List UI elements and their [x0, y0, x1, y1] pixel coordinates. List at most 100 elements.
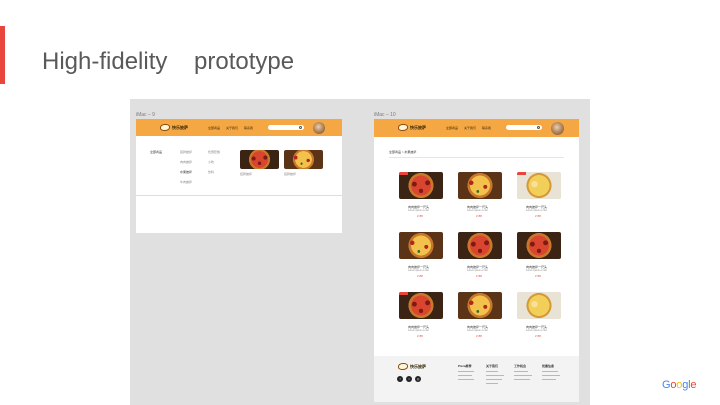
footer-link[interactable] — [486, 383, 498, 384]
google-logo: Google — [662, 379, 696, 391]
product-image[interactable] — [240, 150, 279, 169]
product-sub: Lorem ipsum et nisi — [526, 269, 547, 272]
product-price: ¥ 88 — [476, 334, 482, 338]
menu-item[interactable]: 招牌披萨 — [180, 150, 192, 154]
menu-item[interactable]: 小吃 — [208, 160, 214, 164]
product-card[interactable]: 肉肉披萨一尺头 Lorem ipsum et nisi ¥ 88 — [399, 232, 443, 280]
footer-link[interactable] — [514, 371, 528, 372]
footer-link[interactable] — [542, 379, 556, 380]
product-card[interactable]: 肉肉披萨一尺头 Lorem ipsum et nisi ¥ 88 — [458, 172, 502, 220]
footer-link[interactable] — [514, 375, 532, 376]
google-logo-letter: e — [690, 379, 697, 391]
product-card[interactable]: 肉肉披萨一尺头 Lorem ipsum et nisi ¥ 88 — [458, 232, 502, 280]
pizza-logo-icon — [398, 124, 408, 131]
sale-badge — [517, 172, 526, 175]
menu-item[interactable]: 牛肉披萨 — [180, 180, 192, 184]
product-price: ¥ 88 — [417, 274, 423, 278]
product-price: ¥ 88 — [476, 274, 482, 278]
dropdown-divider — [136, 195, 342, 196]
footer-link[interactable] — [486, 379, 502, 380]
product-sub: Lorem ipsum et nisi — [467, 209, 488, 212]
product-caption: 招牌披萨 — [240, 172, 253, 176]
product-card[interactable]: 肉肉披萨一尺头 Lorem ipsum et nisi ¥ 88 — [399, 292, 443, 340]
product-card[interactable]: 肉肉披萨一尺头 Lorem ipsum et nisi ¥ 88 — [517, 172, 561, 220]
brand-name: 快乐披萨 — [172, 124, 188, 130]
footer-link[interactable] — [458, 371, 474, 372]
product-card[interactable]: 肉肉披萨一尺头 Lorem ipsum et nisi ¥ 88 — [517, 232, 561, 280]
footer-link[interactable] — [458, 375, 472, 376]
brand-logo[interactable]: 快乐披萨 — [398, 124, 426, 131]
breadcrumb: 全部商品 > 水果披萨 — [389, 150, 417, 154]
brand-name: 快乐披萨 — [410, 124, 426, 130]
footer-logo[interactable]: 快乐披萨 — [398, 363, 426, 370]
slide-title: High-fidelity prototype — [42, 48, 295, 75]
footer-col-title: 优惠信息 — [542, 364, 555, 368]
product-price: ¥ 88 — [417, 214, 423, 218]
sale-badge — [399, 292, 408, 295]
product-image — [458, 232, 502, 259]
product-image — [458, 292, 502, 319]
breadcrumb-divider — [389, 157, 564, 158]
nav-about[interactable]: 关于我们 — [226, 126, 238, 130]
brand-logo[interactable]: 快乐披萨 — [160, 124, 188, 131]
footer-link[interactable] — [458, 379, 474, 380]
menu-item-selected[interactable]: 水果披萨 — [180, 170, 192, 174]
product-sub: Lorem ipsum et nisi — [467, 329, 488, 332]
menu-item[interactable]: 饮料 — [208, 170, 214, 174]
product-price: ¥ 88 — [476, 214, 482, 218]
product-image — [517, 172, 561, 199]
nav-all-products[interactable]: 全部商品 — [446, 126, 458, 130]
facebook-icon[interactable]: f — [397, 376, 403, 382]
menu-item[interactable]: 优惠套餐 — [208, 150, 220, 154]
footer-link[interactable] — [486, 375, 504, 376]
product-image — [517, 292, 561, 319]
search-icon[interactable] — [299, 126, 302, 129]
sale-badge — [399, 172, 408, 175]
pizza-logo-icon — [160, 124, 170, 131]
twitter-icon[interactable]: t — [406, 376, 412, 382]
instagram-icon[interactable]: ◎ — [415, 376, 421, 382]
avatar[interactable] — [551, 122, 564, 135]
menu-category-all[interactable]: 全部商品 — [150, 150, 162, 154]
footer-link[interactable] — [486, 371, 498, 372]
footer-col-title: 工作机会 — [514, 364, 527, 368]
footer-link[interactable] — [542, 375, 560, 376]
product-card[interactable]: 肉肉披萨一尺头 Lorem ipsum et nisi ¥ 88 — [517, 292, 561, 340]
product-price: ¥ 88 — [535, 214, 541, 218]
product-image — [517, 232, 561, 259]
footer-link[interactable] — [514, 379, 530, 380]
title-accent-bar — [0, 26, 5, 84]
frame-imac-9: 快乐披萨 全部商品 关于我们 联系我 全部商品 招牌披萨 肉肉披萨 水果披萨 牛… — [136, 119, 342, 233]
nav-all-products[interactable]: 全部商品 — [208, 126, 220, 130]
nav-contact[interactable]: 联系我 — [482, 126, 491, 130]
frame-imac-10: 快乐披萨 全部商品 关于我们 联系我 全部商品 > 水果披萨 肉肉披萨一尺头 L… — [374, 119, 579, 402]
product-image — [458, 172, 502, 199]
site-header: 快乐披萨 全部商品 关于我们 联系我 — [136, 119, 342, 136]
product-card[interactable]: 肉肉披萨一尺头 Lorem ipsum et nisi ¥ 88 — [458, 292, 502, 340]
product-sub: Lorem ipsum et nisi — [408, 329, 429, 332]
product-sub: Lorem ipsum et nisi — [408, 269, 429, 272]
nav-contact[interactable]: 联系我 — [244, 126, 253, 130]
product-price: ¥ 88 — [417, 334, 423, 338]
frame-label-right: iMac – 10 — [374, 112, 396, 118]
menu-item[interactable]: 肉肉披萨 — [180, 160, 192, 164]
footer-link[interactable] — [542, 371, 558, 372]
product-card[interactable]: 肉肉披萨一尺头 Lorem ipsum et nisi ¥ 88 — [399, 172, 443, 220]
site-footer: 快乐披萨 f t ◎ Pizza推荐 关于我们 工作机会 优惠信息 — [374, 356, 579, 402]
product-image[interactable] — [284, 150, 323, 169]
product-sub: Lorem ipsum et nisi — [526, 209, 547, 212]
footer-brand-name: 快乐披萨 — [410, 363, 426, 369]
search-input[interactable] — [506, 125, 542, 130]
prototype-canvas: iMac – 9 快乐披萨 全部商品 关于我们 联系我 全部商品 招牌披萨 肉肉… — [130, 99, 590, 405]
product-price: ¥ 88 — [535, 274, 541, 278]
nav-about[interactable]: 关于我们 — [464, 126, 476, 130]
search-input[interactable] — [268, 125, 304, 130]
frame-label-left: iMac – 9 — [136, 112, 155, 118]
product-image — [399, 292, 443, 319]
product-sub: Lorem ipsum et nisi — [467, 269, 488, 272]
product-sub: Lorem ipsum et nisi — [408, 209, 429, 212]
search-icon[interactable] — [537, 126, 540, 129]
footer-col-title: Pizza推荐 — [458, 364, 472, 368]
product-caption: 招牌披萨 — [284, 172, 297, 176]
avatar[interactable] — [313, 122, 325, 134]
